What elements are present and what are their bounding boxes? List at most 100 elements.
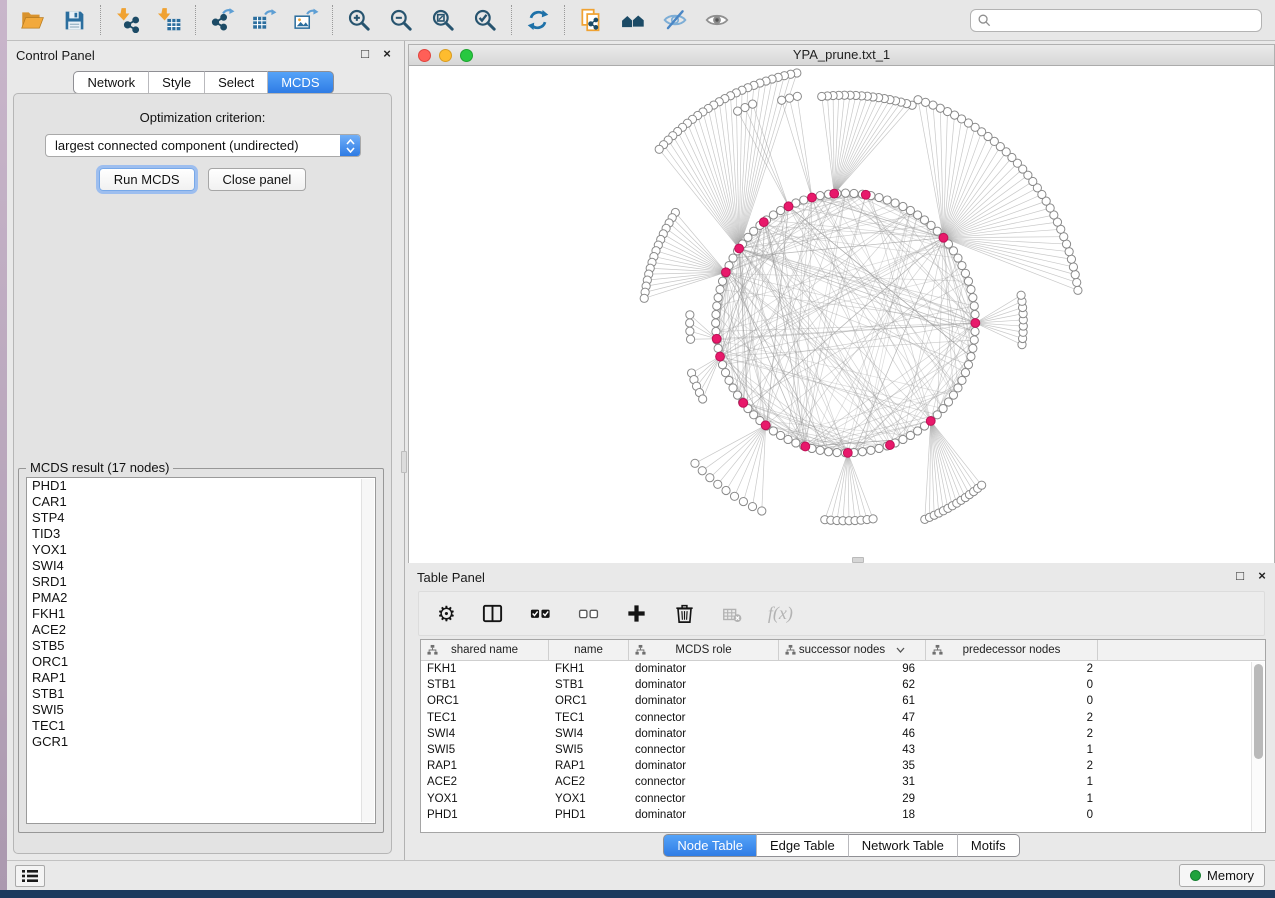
table-tab-network-table[interactable]: Network Table xyxy=(848,834,957,857)
network-node[interactable] xyxy=(716,285,724,293)
network-node[interactable] xyxy=(1073,278,1081,286)
network-node[interactable] xyxy=(1069,263,1077,271)
import-network-button[interactable] xyxy=(106,2,148,38)
network-node[interactable] xyxy=(1067,255,1075,263)
network-node[interactable] xyxy=(875,444,883,452)
zoom-fit-button[interactable] xyxy=(422,2,464,38)
network-node[interactable] xyxy=(725,376,733,384)
table-row[interactable]: ACE2ACE2connector311 xyxy=(421,774,1265,790)
mcds-result-item[interactable]: RAP1 xyxy=(27,670,375,686)
network-node[interactable] xyxy=(714,480,722,488)
mcds-result-item[interactable]: STP4 xyxy=(27,510,375,526)
network-node[interactable] xyxy=(793,92,801,100)
zoom-in-button[interactable] xyxy=(338,2,380,38)
network-node[interactable] xyxy=(964,361,972,369)
maximize-window-button[interactable] xyxy=(460,49,473,62)
network-node[interactable] xyxy=(899,435,907,443)
show-columns-button[interactable] xyxy=(481,601,504,627)
network-node[interactable] xyxy=(714,294,722,302)
mcds-result-item[interactable]: PMA2 xyxy=(27,590,375,606)
mcds-node[interactable] xyxy=(843,448,852,457)
float-panel-button[interactable]: □ xyxy=(358,46,372,61)
table-row[interactable]: STB1STB1dominator620 xyxy=(421,677,1265,693)
network-node[interactable] xyxy=(718,277,726,285)
tab-style[interactable]: Style xyxy=(148,71,204,94)
refresh-view-button[interactable] xyxy=(517,2,559,38)
network-node[interactable] xyxy=(967,285,975,293)
network-node[interactable] xyxy=(686,311,694,319)
table-row[interactable]: PHD1PHD1dominator180 xyxy=(421,807,1265,823)
mcds-result-item[interactable]: YOX1 xyxy=(27,542,375,558)
table-tab-edge-table[interactable]: Edge Table xyxy=(756,834,848,857)
network-node[interactable] xyxy=(978,481,986,489)
network-node[interactable] xyxy=(954,384,962,392)
table-row[interactable]: SWI5SWI5connector431 xyxy=(421,742,1265,758)
network-node[interactable] xyxy=(640,294,648,302)
network-node[interactable] xyxy=(906,206,914,214)
network-node[interactable] xyxy=(749,100,757,108)
mcds-node[interactable] xyxy=(830,189,839,198)
mcds-node[interactable] xyxy=(735,244,744,253)
mcds-node[interactable] xyxy=(716,352,725,361)
network-node[interactable] xyxy=(1071,271,1079,279)
table-row[interactable]: RAP1RAP1dominator352 xyxy=(421,758,1265,774)
criterion-dropdown[interactable]: largest connected component (undirected) xyxy=(45,134,361,157)
save-session-button[interactable] xyxy=(53,2,95,38)
mcds-result-item[interactable]: TEC1 xyxy=(27,718,375,734)
mcds-node[interactable] xyxy=(886,441,895,450)
network-node[interactable] xyxy=(691,459,699,467)
column-header-mcds-role[interactable]: MCDS role xyxy=(629,640,779,660)
table-row[interactable]: YOX1YOX1connector291 xyxy=(421,791,1265,807)
network-node[interactable] xyxy=(718,361,726,369)
network-node[interactable] xyxy=(899,202,907,210)
network-node[interactable] xyxy=(970,336,978,344)
network-node[interactable] xyxy=(971,327,979,335)
mcds-result-item[interactable]: ORC1 xyxy=(27,654,375,670)
network-node[interactable] xyxy=(748,502,756,510)
network-node[interactable] xyxy=(969,344,977,352)
tab-mcds[interactable]: MCDS xyxy=(267,71,333,94)
table-scrollbar[interactable] xyxy=(1251,662,1264,831)
close-table-panel-button[interactable]: × xyxy=(1255,568,1269,583)
network-node[interactable] xyxy=(729,384,737,392)
close-panel-button[interactable]: × xyxy=(380,46,394,61)
network-node[interactable] xyxy=(833,448,841,456)
network-node[interactable] xyxy=(958,261,966,269)
network-node[interactable] xyxy=(875,193,883,201)
network-node[interactable] xyxy=(713,302,721,310)
mcds-node[interactable] xyxy=(739,399,748,408)
zoom-selected-button[interactable] xyxy=(464,2,506,38)
show-all-button[interactable] xyxy=(696,2,738,38)
close-panel-action-button[interactable]: Close panel xyxy=(208,168,307,191)
network-node[interactable] xyxy=(686,327,694,335)
hide-selected-button[interactable] xyxy=(654,2,696,38)
network-node[interactable] xyxy=(734,107,742,115)
network-window-titlebar[interactable]: YPA_prune.txt_1 xyxy=(409,45,1274,66)
mcds-node[interactable] xyxy=(939,233,948,242)
add-column-button[interactable] xyxy=(625,601,648,627)
network-node[interactable] xyxy=(906,431,914,439)
export-network-button[interactable] xyxy=(201,2,243,38)
close-window-button[interactable] xyxy=(418,49,431,62)
table-row[interactable]: ORC1ORC1dominator610 xyxy=(421,693,1265,709)
network-node[interactable] xyxy=(686,319,694,327)
network-node[interactable] xyxy=(721,369,729,377)
network-node[interactable] xyxy=(800,196,808,204)
mcds-result-item[interactable]: SWI4 xyxy=(27,558,375,574)
network-node[interactable] xyxy=(858,448,866,456)
network-node[interactable] xyxy=(914,96,922,104)
splitter-handle[interactable] xyxy=(401,451,407,473)
network-node[interactable] xyxy=(914,211,922,219)
network-node[interactable] xyxy=(883,196,891,204)
mcds-node[interactable] xyxy=(722,268,731,277)
network-node[interactable] xyxy=(1017,291,1025,299)
tab-select[interactable]: Select xyxy=(204,71,267,94)
network-node[interactable] xyxy=(769,427,777,435)
network-node[interactable] xyxy=(961,269,969,277)
zoom-out-button[interactable] xyxy=(380,2,422,38)
scrollbar-thumb[interactable] xyxy=(1254,664,1263,759)
import-table-button[interactable] xyxy=(148,2,190,38)
search-input[interactable] xyxy=(992,11,1261,30)
deselect-all-button[interactable] xyxy=(577,601,600,627)
mcds-node[interactable] xyxy=(759,218,768,227)
